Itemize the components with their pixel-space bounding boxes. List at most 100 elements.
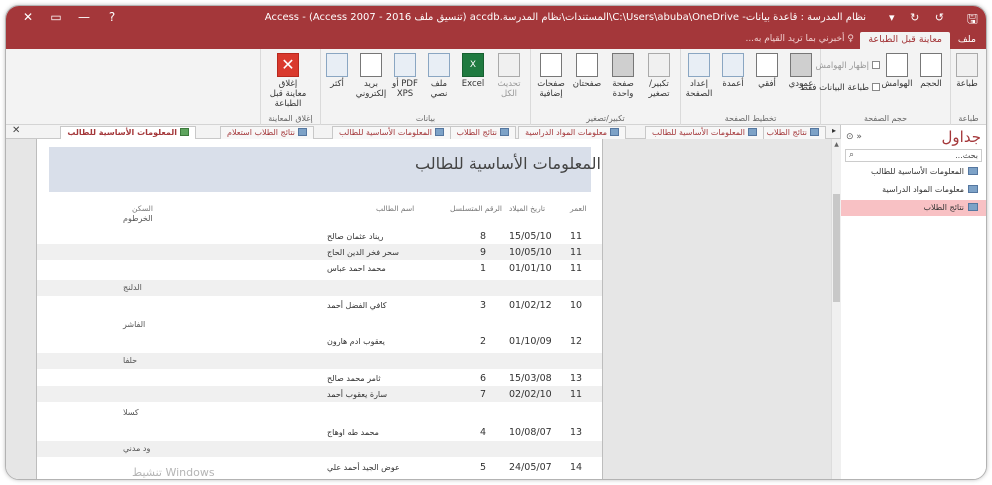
tab-file[interactable]: ملف xyxy=(950,32,984,49)
nav-item-results[interactable]: نتائج الطلاب xyxy=(841,200,986,216)
doc-tab-basic-info-form[interactable]: المعلومات الأساسية للطالب xyxy=(332,126,451,139)
excel-button[interactable]: X Excel xyxy=(456,53,490,89)
two-pages-label: صفحتان xyxy=(572,79,602,89)
portrait-button[interactable]: عمودي xyxy=(784,53,818,89)
group-header: حلفا xyxy=(37,353,602,369)
nav-controls: « ⊙ xyxy=(846,132,862,142)
text-file-icon xyxy=(428,53,450,77)
zoom-button[interactable]: تكبير/تصغير xyxy=(642,53,676,99)
margins-label: الهوامش xyxy=(881,79,913,89)
print-button[interactable]: طباعة xyxy=(950,53,984,89)
doc-tab-results-1[interactable]: نتائج الطلاب xyxy=(759,126,826,139)
cell-name: محمد احمد عباس xyxy=(327,264,386,273)
print-label: طباعة xyxy=(956,79,978,89)
page-setup-button[interactable]: إعداد الصفحة xyxy=(682,53,716,99)
nav-search-input[interactable]: بحث... ⌕ xyxy=(845,149,982,162)
pdf-xps-label: PDF أو XPS xyxy=(392,79,418,99)
group-print: طباعة طباعة xyxy=(950,49,986,125)
help-icon[interactable]: ? xyxy=(98,10,126,24)
columns-button[interactable]: أعمدة xyxy=(716,53,750,89)
doc-tab-subjects[interactable]: معلومات المواد الدراسية xyxy=(518,126,626,139)
cell-age: 13 xyxy=(570,373,583,384)
cell-name: ريناد عثمان صالح xyxy=(327,232,384,241)
doc-tab-results-query[interactable]: نتائج الطلاب استعلام xyxy=(219,126,314,139)
query-icon xyxy=(298,128,307,136)
close-preview-label: إغلاق معاينة قبل الطباعة xyxy=(269,79,307,109)
close-tab-icon[interactable]: ✕ xyxy=(12,125,20,136)
two-pages-button[interactable]: صفحتان xyxy=(570,53,604,89)
database-icon xyxy=(326,53,348,77)
residence-label: الفاشر xyxy=(123,320,146,329)
cell-age: 13 xyxy=(570,427,583,438)
nav-item-label: معلومات المواد الدراسية xyxy=(882,185,964,194)
group-data-label: بيانات xyxy=(415,114,436,123)
show-margins-checkbox[interactable]: إظهار الهوامش xyxy=(816,61,880,71)
one-page-button[interactable]: صفحة واحدة xyxy=(606,53,640,99)
access-window: 🖫 ↺ ↻ ▾ نظام المدرسة : قاعدة بيانات- C:\… xyxy=(5,5,987,480)
table-row: 11 15/05/10 8 ريناد عثمان صالح xyxy=(37,228,602,244)
cell-name: يعقوب ادم هارون xyxy=(327,337,385,346)
form-icon xyxy=(435,128,444,136)
group-header: الخرطوم xyxy=(37,211,602,227)
document-tabs: ▸ نتائج الطلاب المعلومات الأساسية للطالب… xyxy=(6,125,986,139)
ribbon-tabs: ملف معاينة قبل الطباعة ♀ أخبرني بما تريد… xyxy=(6,30,986,49)
dropdown-icon[interactable]: ⊙ xyxy=(846,132,854,142)
table-icon xyxy=(810,128,819,136)
cell-dob: 01/01/10 xyxy=(509,263,552,274)
tab-print-preview[interactable]: معاينة قبل الطباعة xyxy=(860,32,950,49)
minimize-icon[interactable]: — xyxy=(70,10,98,24)
doc-tab-basic-info-1[interactable]: المعلومات الأساسية للطالب xyxy=(645,126,764,139)
tell-me-search[interactable]: ♀ أخبرني بما تريد القيام به... xyxy=(745,34,854,44)
two-pages-icon xyxy=(576,53,598,77)
cell-serial: 2 xyxy=(480,336,487,347)
doc-tab-basic-info-report[interactable]: المعلومات الأساسية للطالب xyxy=(60,126,196,139)
doc-tab-label: معلومات المواد الدراسية xyxy=(525,128,607,137)
more-button[interactable]: أكثر xyxy=(320,53,354,89)
cell-age: 11 xyxy=(570,247,583,258)
landscape-label: أفقي xyxy=(758,79,776,89)
refresh-all-button[interactable]: تحديث الكل xyxy=(492,53,526,99)
nav-item-subjects[interactable]: معلومات المواد الدراسية xyxy=(841,182,986,198)
one-page-label: صفحة واحدة xyxy=(612,79,634,99)
residence-label: الدلنج xyxy=(123,283,142,292)
cell-name: عوض الجيد أحمد علي xyxy=(327,463,400,472)
table-row: 12 01/10/09 2 يعقوب ادم هارون xyxy=(37,333,602,349)
size-label: الحجم xyxy=(920,79,942,89)
cell-serial: 8 xyxy=(480,231,487,242)
restore-icon[interactable]: ▭ xyxy=(42,10,70,24)
pdf-xps-button[interactable]: PDF أو XPS xyxy=(388,53,422,99)
cell-dob: 15/05/10 xyxy=(509,231,552,242)
group-page-layout-label: تخطيط الصفحة xyxy=(724,114,777,123)
window-title: نظام المدرسة : قاعدة بيانات- C:\Users\ab… xyxy=(264,12,866,23)
close-preview-button[interactable]: ✕ إغلاق معاينة قبل الطباعة xyxy=(268,53,308,109)
group-header: الدلنج xyxy=(37,280,602,296)
nav-title[interactable]: جداول xyxy=(942,128,981,146)
residence-label: حلفا xyxy=(123,356,138,365)
landscape-button[interactable]: أفقي xyxy=(750,53,784,89)
group-print-label: طباعة xyxy=(958,114,979,123)
collapse-icon[interactable]: « xyxy=(856,132,862,142)
scrollbar-thumb[interactable] xyxy=(833,194,840,302)
quick-access-toolbar[interactable]: ↺ ↻ ▾ xyxy=(889,11,950,24)
more-label: أكثر xyxy=(330,79,344,89)
vertical-scrollbar[interactable]: ▲ xyxy=(831,139,841,479)
doc-tab-label: المعلومات الأساسية للطالب xyxy=(652,128,745,137)
save-icon[interactable]: 🖫 xyxy=(967,10,978,32)
table-icon xyxy=(968,167,978,175)
portrait-icon xyxy=(790,53,812,77)
cell-age: 10 xyxy=(570,300,583,311)
size-button[interactable]: الحجم xyxy=(914,53,948,89)
doc-tab-results-2[interactable]: نتائج الطلاب xyxy=(449,126,516,139)
tabs-scroll-arrow[interactable]: ▸ xyxy=(832,126,836,135)
more-pages-button[interactable]: صفحات إضافية xyxy=(534,53,568,99)
margins-button[interactable]: الهوامش xyxy=(880,53,914,89)
email-button[interactable]: بريد إلكتروني xyxy=(354,53,388,99)
email-icon xyxy=(360,53,382,77)
scroll-up-icon[interactable]: ▲ xyxy=(832,141,841,148)
cell-name: ثامر محمد صالح xyxy=(327,374,381,383)
close-icon[interactable]: ✕ xyxy=(14,10,42,24)
nav-item-basic-info[interactable]: المعلومات الأساسية للطالب xyxy=(841,164,986,180)
page-size-icon xyxy=(920,53,942,77)
one-page-icon xyxy=(612,53,634,77)
text-file-button[interactable]: ملف نصي xyxy=(422,53,456,99)
